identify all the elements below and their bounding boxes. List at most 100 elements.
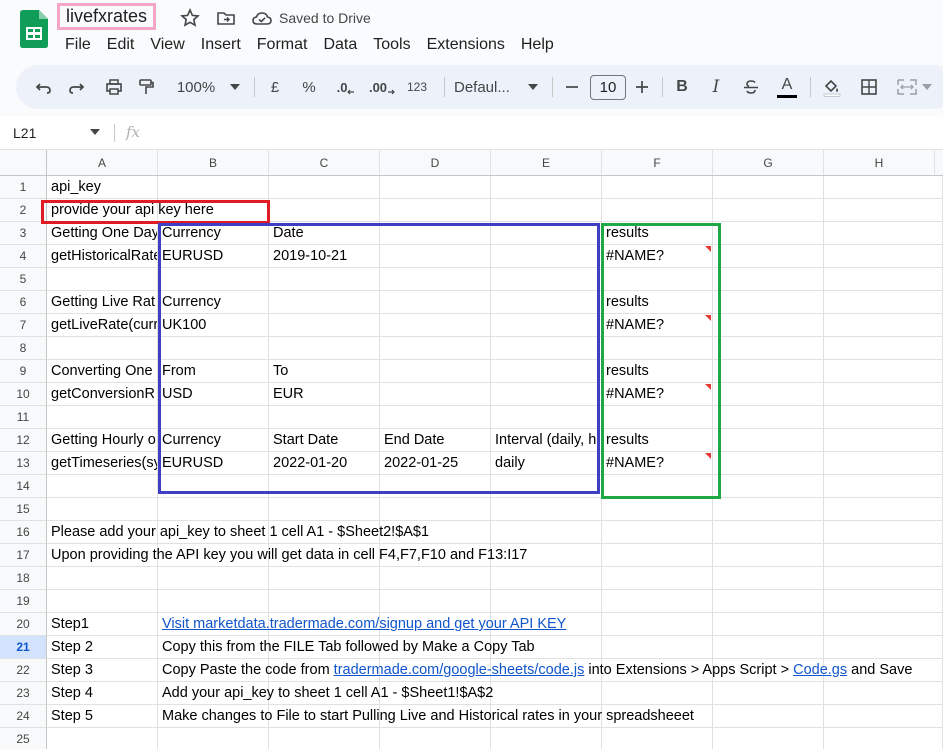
document-title[interactable]: livefxrates: [57, 3, 157, 30]
cell-d3[interactable]: [380, 222, 491, 245]
cell-d8[interactable]: [380, 337, 491, 360]
zoom-dropdown-arrow[interactable]: [228, 65, 242, 109]
cell-a4[interactable]: getHistoricalRate: [47, 245, 158, 268]
cell-a3[interactable]: Getting One Day: [47, 222, 158, 245]
cell-b10[interactable]: USD: [158, 383, 269, 406]
row-header[interactable]: 24: [0, 705, 47, 728]
column-header-f[interactable]: F: [602, 150, 713, 175]
cell-g25[interactable]: [713, 728, 824, 749]
cell-a25[interactable]: [47, 728, 158, 749]
row-header[interactable]: 18: [0, 567, 47, 590]
cell-h13[interactable]: [824, 452, 943, 475]
cell-b4[interactable]: EURUSD: [158, 245, 269, 268]
cell-h9[interactable]: [824, 360, 943, 383]
cell-h15[interactable]: [824, 498, 943, 521]
cell-h5[interactable]: [824, 268, 943, 291]
menu-insert[interactable]: Insert: [193, 34, 249, 56]
cell-b21[interactable]: Copy this from the FILE Tab followed by …: [158, 636, 535, 659]
cell-f6[interactable]: results: [602, 291, 713, 314]
cell-f12[interactable]: results: [602, 429, 713, 452]
cell-f20[interactable]: [602, 613, 713, 636]
cell-h12[interactable]: [824, 429, 943, 452]
cell-e10[interactable]: [491, 383, 602, 406]
menu-data[interactable]: Data: [315, 34, 365, 56]
cell-g17[interactable]: [713, 544, 824, 567]
cell-c13[interactable]: 2022-01-20: [269, 452, 380, 475]
row-header[interactable]: 17: [0, 544, 47, 567]
cell-d19[interactable]: [380, 590, 491, 613]
cell-a22[interactable]: Step 3: [47, 659, 158, 682]
cell-c8[interactable]: [269, 337, 380, 360]
cell-e8[interactable]: [491, 337, 602, 360]
row-header[interactable]: 23: [0, 682, 47, 705]
cell-f18[interactable]: [602, 567, 713, 590]
menu-tools[interactable]: Tools: [365, 34, 418, 56]
error-indicator-icon[interactable]: [705, 246, 711, 252]
cell-g6[interactable]: [713, 291, 824, 314]
cell-e2[interactable]: [491, 199, 602, 222]
cell-g7[interactable]: [713, 314, 824, 337]
cell-e14[interactable]: [491, 475, 602, 498]
row-header[interactable]: 7: [0, 314, 47, 337]
cell-h14[interactable]: [824, 475, 943, 498]
font-family-select[interactable]: Defaul...: [454, 65, 518, 109]
cell-f19[interactable]: [602, 590, 713, 613]
cell-h7[interactable]: [824, 314, 943, 337]
undo-button[interactable]: [32, 65, 56, 109]
row-header[interactable]: 4: [0, 245, 47, 268]
error-indicator-icon[interactable]: [705, 315, 711, 321]
cell-g9[interactable]: [713, 360, 824, 383]
cell-c5[interactable]: [269, 268, 380, 291]
cell-f11[interactable]: [602, 406, 713, 429]
row-header[interactable]: 25: [0, 728, 47, 749]
cell-d4[interactable]: [380, 245, 491, 268]
sheets-logo-icon[interactable]: [20, 10, 48, 48]
italic-button[interactable]: I: [706, 65, 726, 109]
cell-a8[interactable]: [47, 337, 158, 360]
cell-e6[interactable]: [491, 291, 602, 314]
cell-h25[interactable]: [824, 728, 943, 749]
cell-a10[interactable]: getConversionR: [47, 383, 158, 406]
cell-d13[interactable]: 2022-01-25: [380, 452, 491, 475]
column-header-g[interactable]: G: [713, 150, 824, 175]
zoom-select[interactable]: 100%: [174, 65, 218, 109]
cell-g14[interactable]: [713, 475, 824, 498]
cell-e3[interactable]: [491, 222, 602, 245]
row-header[interactable]: 11: [0, 406, 47, 429]
cell-d15[interactable]: [380, 498, 491, 521]
cell-b23[interactable]: Add your api_key to sheet 1 cell A1 - $S…: [158, 682, 493, 705]
font-dropdown-arrow[interactable]: [526, 65, 540, 109]
error-indicator-icon[interactable]: [705, 384, 711, 390]
row-header[interactable]: 5: [0, 268, 47, 291]
cell-g5[interactable]: [713, 268, 824, 291]
row-header[interactable]: 2: [0, 199, 47, 222]
cell-f9[interactable]: results: [602, 360, 713, 383]
row-header[interactable]: 1: [0, 176, 47, 199]
redo-button[interactable]: [64, 65, 88, 109]
merge-cells-button[interactable]: [894, 65, 934, 109]
name-box[interactable]: L21: [13, 125, 36, 141]
cell-d7[interactable]: [380, 314, 491, 337]
cell-f8[interactable]: [602, 337, 713, 360]
menu-extensions[interactable]: Extensions: [419, 34, 513, 56]
cell-g21[interactable]: [713, 636, 824, 659]
cell-h19[interactable]: [824, 590, 943, 613]
cell-d25[interactable]: [380, 728, 491, 749]
cell-d2[interactable]: [380, 199, 491, 222]
cell-f16[interactable]: [602, 521, 713, 544]
increase-font-size-button[interactable]: [632, 65, 652, 109]
cell-g1[interactable]: [713, 176, 824, 199]
cell-f13[interactable]: #NAME?: [602, 452, 713, 475]
cell-b25[interactable]: [158, 728, 269, 749]
cell-e23[interactable]: [491, 682, 602, 705]
select-all-corner[interactable]: [0, 150, 47, 175]
cell-f3[interactable]: results: [602, 222, 713, 245]
row-header[interactable]: 14: [0, 475, 47, 498]
cell-g8[interactable]: [713, 337, 824, 360]
column-header-a[interactable]: A: [47, 150, 158, 175]
cell-b3[interactable]: Currency: [158, 222, 269, 245]
cell-b7[interactable]: UK100: [158, 314, 269, 337]
cell-f17[interactable]: [602, 544, 713, 567]
paint-format-button[interactable]: [134, 65, 158, 109]
increase-decimal-button[interactable]: .00: [366, 65, 398, 109]
